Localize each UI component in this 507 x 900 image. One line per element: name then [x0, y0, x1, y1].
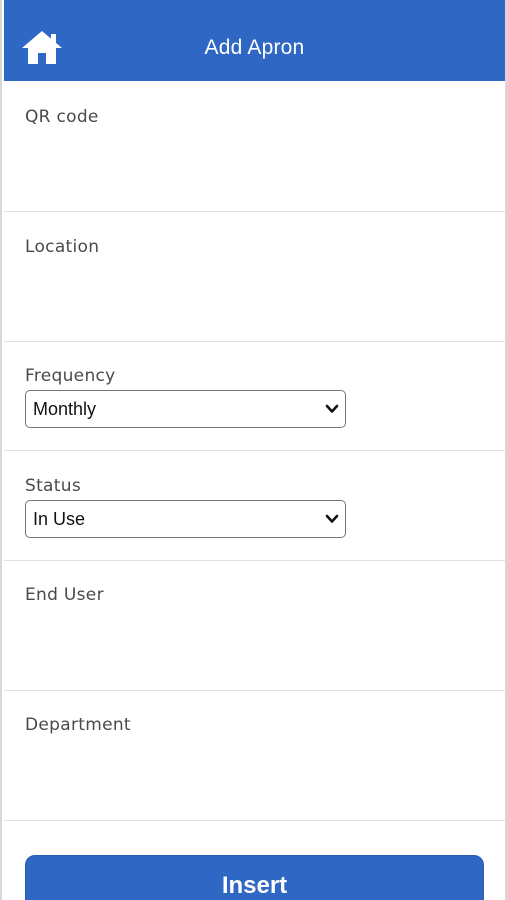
department-input[interactable] [25, 741, 469, 783]
status-selected-value: In Use [33, 509, 86, 529]
app-frame: Add Apron QR code Location Frequency Mon… [0, 0, 507, 900]
qr-code-field: QR code [4, 81, 505, 212]
status-field: Status In Use [4, 451, 505, 561]
chevron-down-icon [325, 514, 339, 523]
end-user-field: End User [4, 561, 505, 691]
location-field: Location [4, 212, 505, 342]
location-label: Location [25, 237, 100, 257]
app-header: Add Apron [4, 0, 505, 81]
location-input[interactable] [25, 263, 469, 305]
chevron-down-icon [325, 404, 339, 413]
end-user-input[interactable] [25, 611, 469, 653]
frequency-label: Frequency [25, 366, 116, 386]
end-user-label: End User [25, 585, 104, 605]
department-field: Department [4, 691, 505, 821]
page-title: Add Apron [204, 36, 305, 59]
frequency-selected-value: Monthly [33, 399, 97, 419]
frequency-field: Frequency Monthly [4, 342, 505, 451]
qr-code-label: QR code [25, 107, 99, 127]
qr-code-input[interactable] [25, 133, 469, 175]
frequency-select[interactable]: Monthly [25, 390, 346, 428]
insert-button[interactable]: Insert [25, 855, 484, 900]
status-select[interactable]: In Use [25, 500, 346, 538]
department-label: Department [25, 715, 131, 735]
status-label: Status [25, 476, 81, 496]
